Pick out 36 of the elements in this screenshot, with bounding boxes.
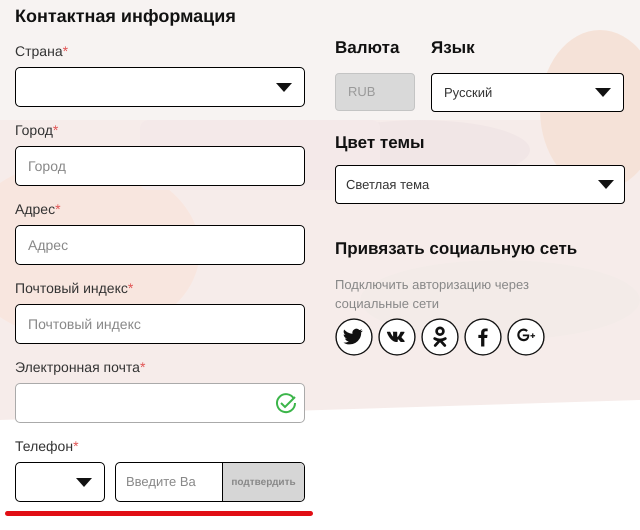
- country-select[interactable]: [15, 67, 305, 107]
- phone-field[interactable]: Введите Ва подтвердить: [115, 462, 305, 502]
- country-code-select[interactable]: [15, 462, 105, 502]
- field-heading: Цвет темы: [335, 133, 426, 153]
- caret-icon: [598, 180, 614, 189]
- field-label: Телефон: [15, 437, 74, 455]
- social-description: Подключить авторизацию через социальные сети: [335, 276, 530, 313]
- google-plus-icon[interactable]: [507, 318, 545, 356]
- facebook-icon[interactable]: [464, 318, 502, 356]
- field-heading: Валюта: [335, 38, 400, 58]
- field-label: Адрес: [15, 200, 56, 218]
- required-mark: *: [52, 121, 58, 139]
- required-mark: *: [55, 200, 61, 218]
- caret-icon: [276, 82, 292, 92]
- field-label: Страна: [15, 42, 63, 60]
- section-heading: Привязать социальную сеть: [335, 239, 578, 259]
- email-field[interactable]: [15, 383, 305, 423]
- required-mark: *: [62, 42, 68, 60]
- vk-icon[interactable]: [378, 318, 416, 356]
- input-field[interactable]: Город: [15, 146, 305, 186]
- field-label: Электронная почта: [15, 358, 140, 376]
- required-mark: *: [73, 437, 79, 455]
- caret-icon: [595, 88, 611, 97]
- bird-icon[interactable]: [335, 318, 373, 356]
- input-field[interactable]: Адрес: [15, 225, 305, 265]
- language-select[interactable]: Русский: [431, 73, 624, 112]
- caret-icon: [76, 478, 92, 486]
- field-label: Город: [15, 121, 53, 139]
- person-icon[interactable]: [421, 318, 459, 356]
- required-mark: *: [128, 279, 134, 297]
- required-mark: *: [140, 358, 146, 376]
- input-field[interactable]: Почтовый индекс: [15, 304, 305, 344]
- field-label: Почтовый индекс: [15, 279, 128, 297]
- theme-select[interactable]: Светлая тема: [335, 165, 625, 204]
- section-title: Контактная информация: [15, 5, 237, 28]
- field-heading: Язык: [431, 38, 476, 58]
